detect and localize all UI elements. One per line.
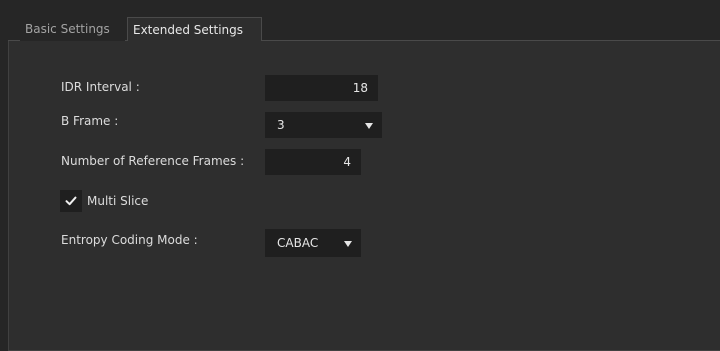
extended-settings-panel: IDR Interval : 18 B Frame : 3 Number of … [8, 41, 720, 351]
tab-extended-settings[interactable]: Extended Settings [127, 17, 262, 43]
entropy-coding-select[interactable]: CABAC [265, 229, 361, 257]
tab-bar: Basic Settings Extended Settings [8, 8, 720, 43]
idr-interval-label: IDR Interval : [61, 80, 140, 94]
multi-slice-checkbox-row[interactable]: Multi Slice [60, 190, 148, 212]
multi-slice-label: Multi Slice [87, 194, 149, 208]
checkmark-icon [65, 196, 77, 206]
settings-window: Basic Settings Extended Settings IDR Int… [0, 0, 720, 351]
multi-slice-checkbox[interactable] [60, 190, 82, 212]
idr-interval-input[interactable]: 18 [265, 75, 378, 101]
reference-frames-label: Number of Reference Frames : [61, 154, 245, 168]
tab-basic-settings[interactable]: Basic Settings [20, 17, 125, 42]
chevron-down-icon [365, 123, 373, 129]
reference-frames-input[interactable]: 4 [265, 149, 361, 175]
b-frame-value: 3 [277, 118, 285, 132]
entropy-coding-value: CABAC [277, 236, 319, 250]
entropy-coding-label: Entropy Coding Mode : [61, 233, 198, 247]
b-frame-select[interactable]: 3 [265, 112, 382, 138]
b-frame-label: B Frame : [61, 114, 119, 128]
chevron-down-icon [344, 241, 352, 247]
